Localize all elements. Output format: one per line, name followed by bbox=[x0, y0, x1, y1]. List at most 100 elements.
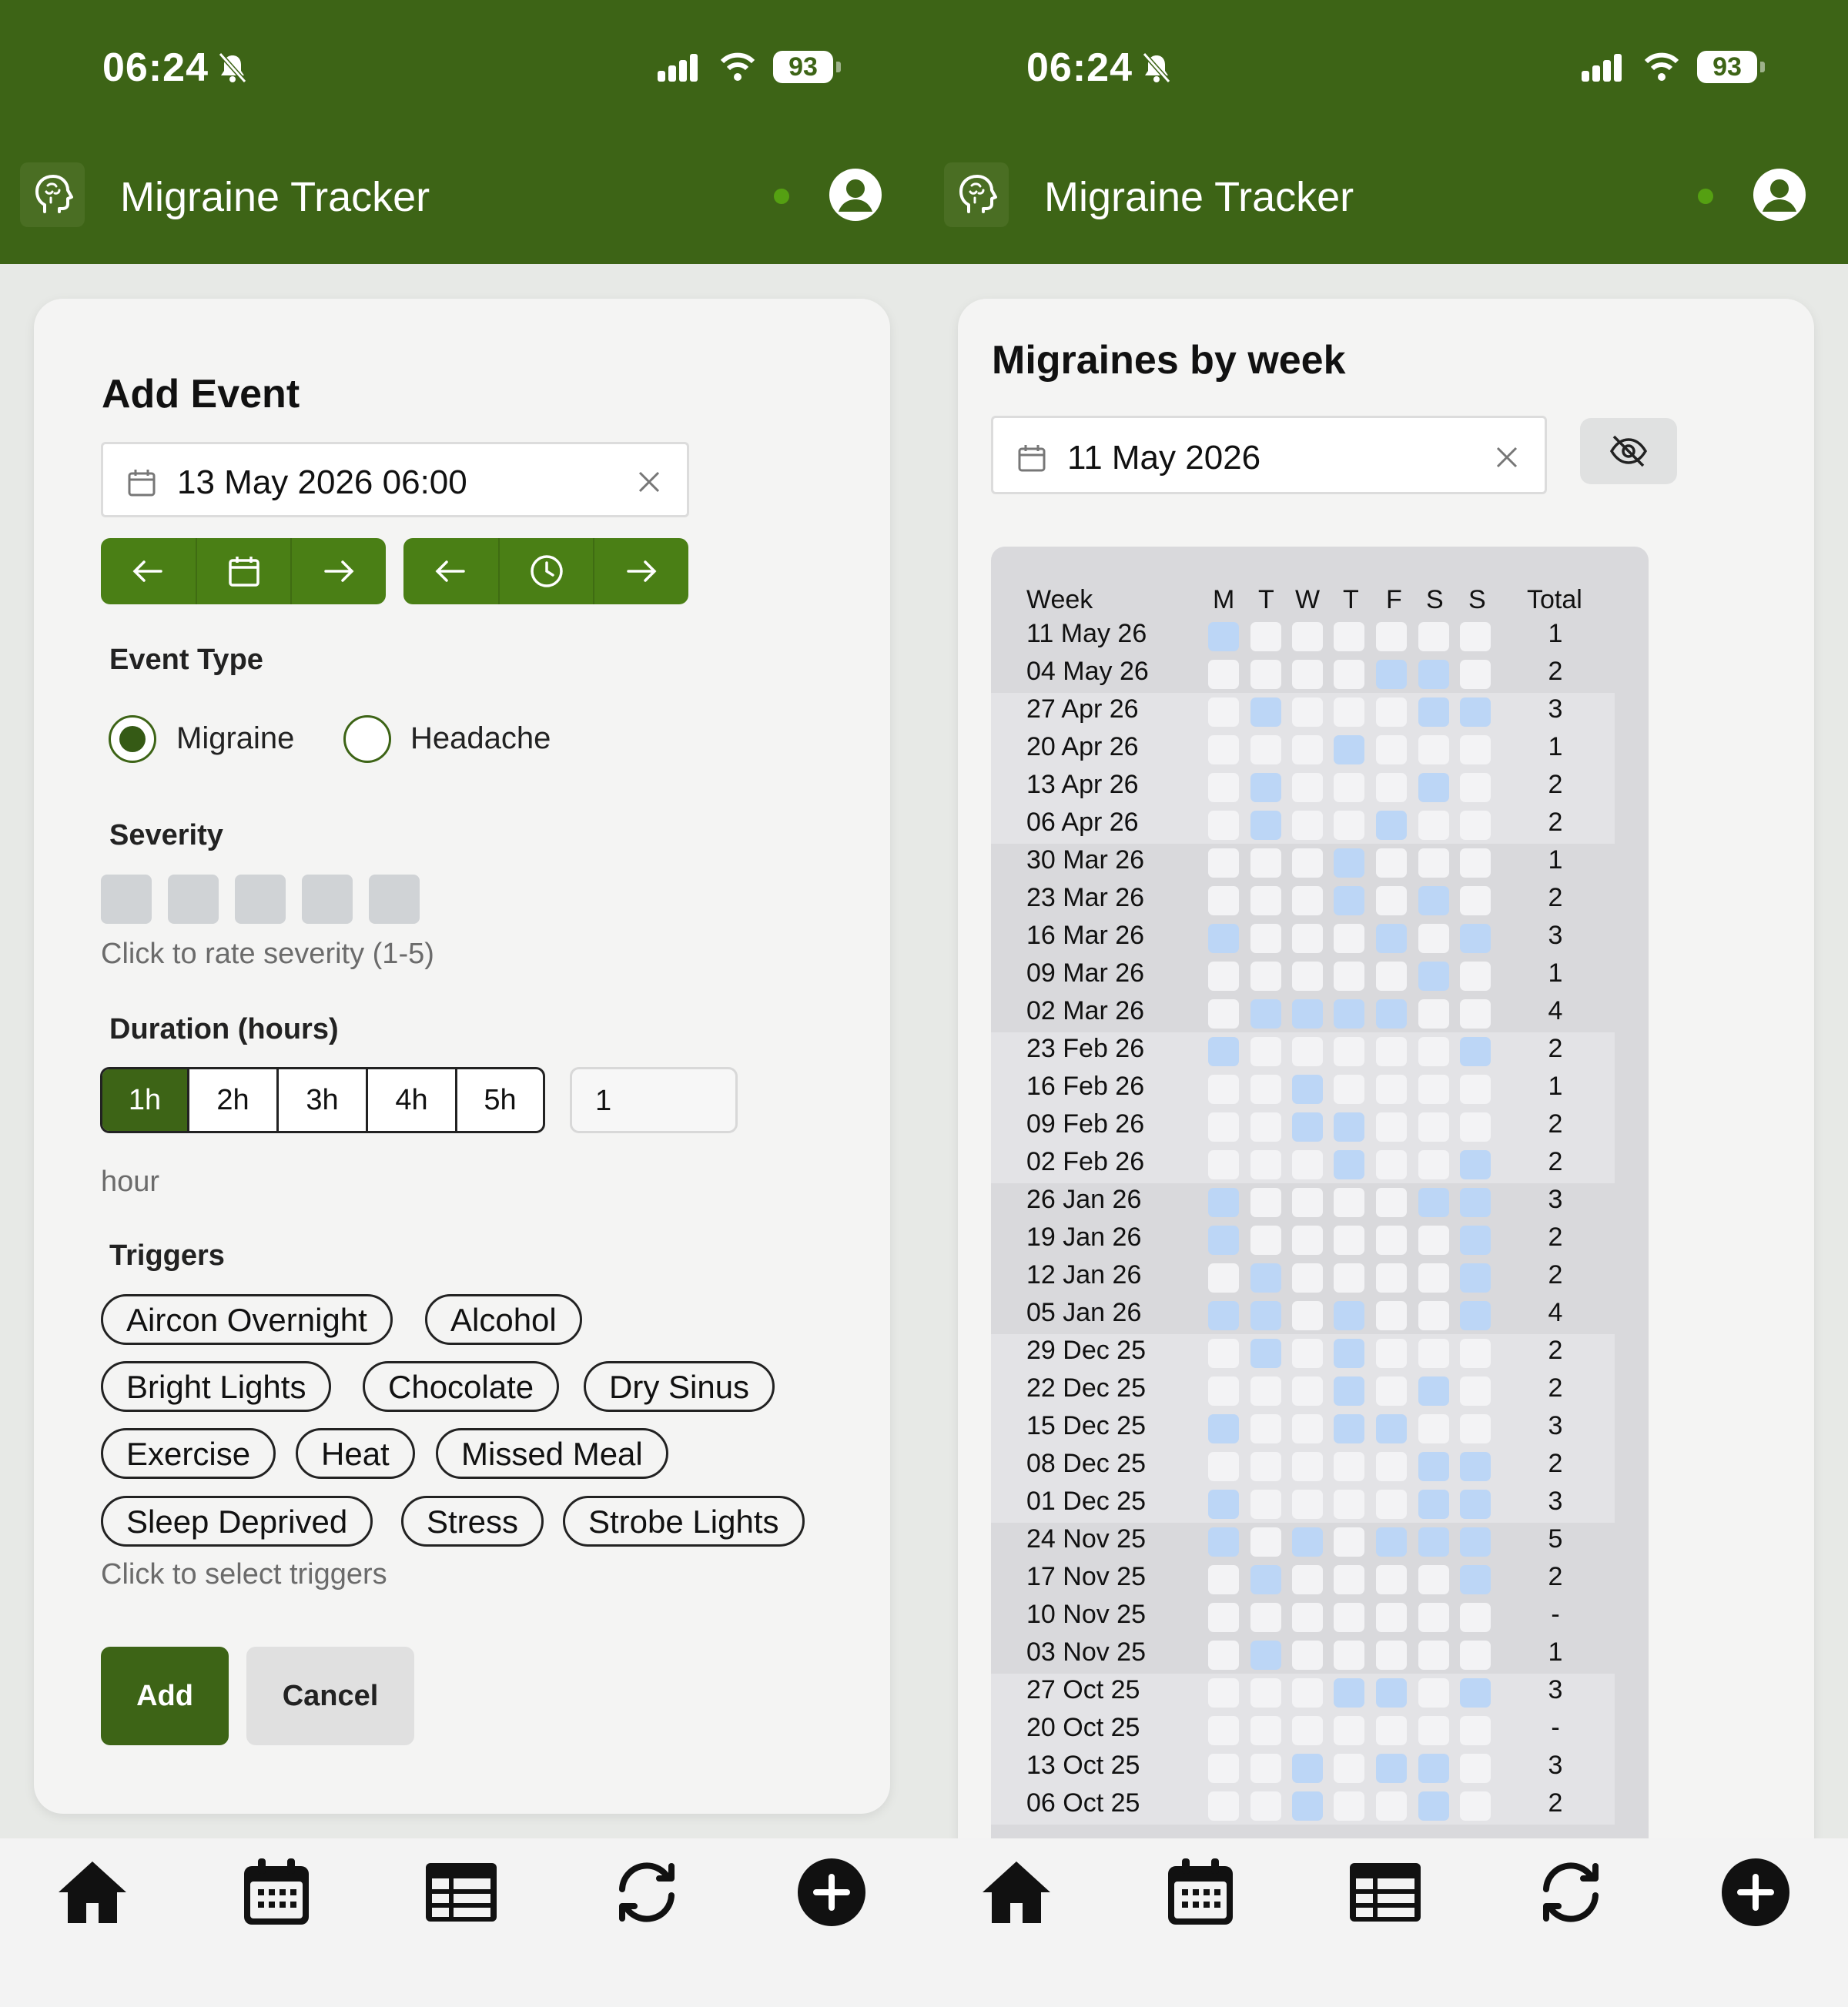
duration-1h[interactable]: 1h bbox=[102, 1069, 187, 1131]
empty-day-cell[interactable] bbox=[1334, 1263, 1364, 1293]
migraine-day-cell[interactable] bbox=[1418, 1490, 1449, 1519]
migraine-day-cell[interactable] bbox=[1250, 1565, 1281, 1594]
migraine-day-cell[interactable] bbox=[1334, 1339, 1364, 1368]
trigger-chip[interactable]: Dry Sinus bbox=[584, 1361, 775, 1412]
migraine-day-cell[interactable] bbox=[1418, 962, 1449, 991]
migraine-day-cell[interactable] bbox=[1460, 1188, 1491, 1217]
empty-day-cell[interactable] bbox=[1208, 811, 1239, 840]
migraine-day-cell[interactable] bbox=[1418, 1754, 1449, 1783]
migraine-day-cell[interactable] bbox=[1418, 1452, 1449, 1481]
empty-day-cell[interactable] bbox=[1292, 697, 1323, 727]
prev-day-button[interactable] bbox=[101, 538, 195, 604]
empty-day-cell[interactable] bbox=[1460, 1791, 1491, 1821]
migraine-day-cell[interactable] bbox=[1376, 811, 1407, 840]
empty-day-cell[interactable] bbox=[1460, 1716, 1491, 1745]
migraine-day-cell[interactable] bbox=[1208, 1188, 1239, 1217]
empty-day-cell[interactable] bbox=[1250, 1791, 1281, 1821]
empty-day-cell[interactable] bbox=[1376, 1263, 1407, 1293]
migraine-day-cell[interactable] bbox=[1418, 697, 1449, 727]
empty-day-cell[interactable] bbox=[1418, 1075, 1449, 1104]
empty-day-cell[interactable] bbox=[1334, 1452, 1364, 1481]
toggle-visibility-button[interactable] bbox=[1580, 418, 1677, 484]
migraine-day-cell[interactable] bbox=[1292, 1791, 1323, 1821]
empty-day-cell[interactable] bbox=[1208, 697, 1239, 727]
trigger-chip[interactable]: Sleep Deprived bbox=[101, 1496, 373, 1547]
migraine-day-cell[interactable] bbox=[1208, 924, 1239, 953]
empty-day-cell[interactable] bbox=[1376, 1791, 1407, 1821]
migraine-day-cell[interactable] bbox=[1376, 660, 1407, 689]
migraine-day-cell[interactable] bbox=[1292, 999, 1323, 1029]
migraine-day-cell[interactable] bbox=[1376, 1527, 1407, 1557]
migraine-day-cell[interactable] bbox=[1460, 1678, 1491, 1708]
migraine-day-cell[interactable] bbox=[1418, 1527, 1449, 1557]
severity-5[interactable] bbox=[369, 875, 420, 924]
empty-day-cell[interactable] bbox=[1292, 1603, 1323, 1632]
empty-day-cell[interactable] bbox=[1292, 1452, 1323, 1481]
empty-day-cell[interactable] bbox=[1250, 1188, 1281, 1217]
migraine-day-cell[interactable] bbox=[1460, 1263, 1491, 1293]
empty-day-cell[interactable] bbox=[1250, 1452, 1281, 1481]
empty-day-cell[interactable] bbox=[1208, 1565, 1239, 1594]
empty-day-cell[interactable] bbox=[1292, 622, 1323, 651]
empty-day-cell[interactable] bbox=[1418, 1678, 1449, 1708]
empty-day-cell[interactable] bbox=[1208, 1339, 1239, 1368]
empty-day-cell[interactable] bbox=[1292, 1490, 1323, 1519]
empty-day-cell[interactable] bbox=[1376, 1037, 1407, 1066]
empty-day-cell[interactable] bbox=[1418, 1150, 1449, 1179]
trigger-chip[interactable]: Alcohol bbox=[425, 1294, 582, 1345]
empty-day-cell[interactable] bbox=[1208, 886, 1239, 915]
empty-day-cell[interactable] bbox=[1376, 1301, 1407, 1330]
empty-day-cell[interactable] bbox=[1460, 1339, 1491, 1368]
empty-day-cell[interactable] bbox=[1250, 1037, 1281, 1066]
empty-day-cell[interactable] bbox=[1208, 1603, 1239, 1632]
empty-day-cell[interactable] bbox=[1250, 660, 1281, 689]
empty-day-cell[interactable] bbox=[1208, 1716, 1239, 1745]
migraine-day-cell[interactable] bbox=[1460, 1301, 1491, 1330]
empty-day-cell[interactable] bbox=[1376, 1716, 1407, 1745]
empty-day-cell[interactable] bbox=[1208, 1754, 1239, 1783]
empty-day-cell[interactable] bbox=[1334, 1603, 1364, 1632]
empty-day-cell[interactable] bbox=[1292, 848, 1323, 878]
migraine-day-cell[interactable] bbox=[1250, 697, 1281, 727]
table-icon[interactable] bbox=[424, 1855, 498, 1929]
empty-day-cell[interactable] bbox=[1460, 811, 1491, 840]
empty-day-cell[interactable] bbox=[1250, 886, 1281, 915]
severity-3[interactable] bbox=[235, 875, 286, 924]
empty-day-cell[interactable] bbox=[1460, 1414, 1491, 1443]
empty-day-cell[interactable] bbox=[1250, 1112, 1281, 1142]
migraine-day-cell[interactable] bbox=[1208, 622, 1239, 651]
migraine-day-cell[interactable] bbox=[1334, 848, 1364, 878]
empty-day-cell[interactable] bbox=[1292, 1150, 1323, 1179]
migraine-day-cell[interactable] bbox=[1418, 660, 1449, 689]
empty-day-cell[interactable] bbox=[1334, 1565, 1364, 1594]
severity-1[interactable] bbox=[101, 875, 152, 924]
empty-day-cell[interactable] bbox=[1460, 999, 1491, 1029]
trigger-chip[interactable]: Chocolate bbox=[363, 1361, 560, 1412]
empty-day-cell[interactable] bbox=[1334, 962, 1364, 991]
empty-day-cell[interactable] bbox=[1418, 811, 1449, 840]
empty-day-cell[interactable] bbox=[1250, 924, 1281, 953]
empty-day-cell[interactable] bbox=[1376, 1565, 1407, 1594]
cancel-button[interactable]: Cancel bbox=[246, 1647, 414, 1745]
add-button[interactable]: Add bbox=[101, 1647, 229, 1745]
empty-day-cell[interactable] bbox=[1334, 1490, 1364, 1519]
add-circle-icon[interactable] bbox=[795, 1855, 869, 1929]
empty-day-cell[interactable] bbox=[1376, 886, 1407, 915]
event-datetime-input[interactable]: 13 May 2026 06:00 bbox=[101, 442, 689, 517]
migraine-day-cell[interactable] bbox=[1208, 1527, 1239, 1557]
duration-3h[interactable]: 3h bbox=[276, 1069, 366, 1131]
duration-5h[interactable]: 5h bbox=[455, 1069, 543, 1131]
clear-icon[interactable] bbox=[636, 469, 662, 495]
empty-day-cell[interactable] bbox=[1376, 773, 1407, 802]
calendar-icon[interactable] bbox=[1163, 1855, 1237, 1929]
severity-4[interactable] bbox=[302, 875, 353, 924]
empty-day-cell[interactable] bbox=[1418, 1263, 1449, 1293]
empty-day-cell[interactable] bbox=[1292, 1376, 1323, 1406]
migraine-day-cell[interactable] bbox=[1334, 1150, 1364, 1179]
migraine-day-cell[interactable] bbox=[1208, 1037, 1239, 1066]
migraine-day-cell[interactable] bbox=[1418, 773, 1449, 802]
empty-day-cell[interactable] bbox=[1250, 622, 1281, 651]
empty-day-cell[interactable] bbox=[1376, 1112, 1407, 1142]
empty-day-cell[interactable] bbox=[1334, 1791, 1364, 1821]
migraine-day-cell[interactable] bbox=[1418, 1188, 1449, 1217]
